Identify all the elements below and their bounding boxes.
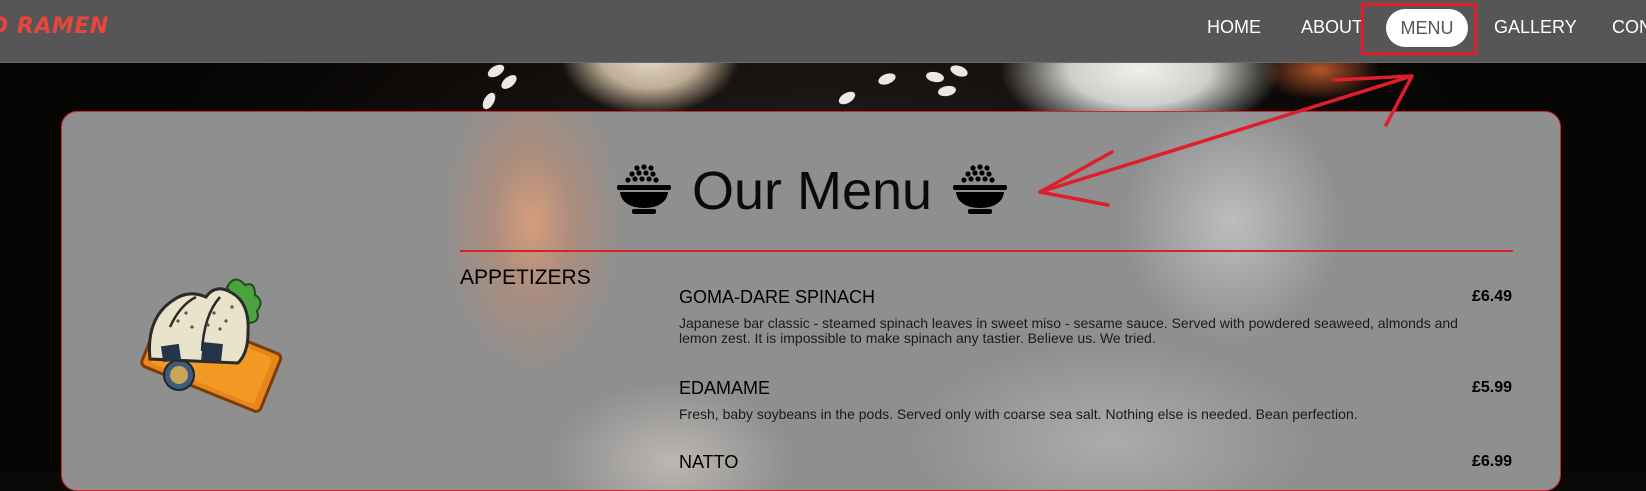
section-title-appetizers: APPETIZERS <box>460 266 591 289</box>
onigiri-plate-illustration <box>122 267 292 422</box>
rice-grain <box>485 62 507 80</box>
section-divider <box>460 250 1513 252</box>
annotation-highlight-box <box>1361 3 1477 55</box>
rice-grain <box>480 90 498 112</box>
menu-title-row: Our Menu <box>62 160 1560 222</box>
rice-grain <box>876 71 898 87</box>
rice-bowl-icon <box>615 163 673 220</box>
nav-home-link[interactable]: HOME <box>1207 17 1261 38</box>
menu-item-price: £5.99 <box>1471 379 1512 396</box>
menu-item-price: £6.49 <box>1471 288 1512 305</box>
menu-item-name: NATTO <box>679 452 739 472</box>
rice-grain <box>498 72 520 92</box>
menu-item-description: Fresh, baby soybeans in the pods. Served… <box>679 406 1358 422</box>
menu-item-name: EDAMAME <box>679 378 771 398</box>
menu-title: Our Menu <box>691 161 933 221</box>
rice-grain <box>925 70 945 84</box>
top-navbar: D RAMEN HOME ABOUT MENU GALLERY CON <box>0 0 1646 63</box>
rice-bowl-icon <box>951 163 1009 220</box>
menu-item-name: GOMA-DARE SPINACH <box>679 287 876 307</box>
nav-contact-link[interactable]: CON <box>1612 17 1646 38</box>
rice-grain <box>836 89 858 107</box>
rice-grain <box>948 63 970 79</box>
menu-card: Our Menu APPETIZERS GOMA-DARE SPINACH £6… <box>61 111 1561 491</box>
menu-item-price: £6.99 <box>1471 453 1512 470</box>
menu-item-description: Japanese bar classic - steamed spinach l… <box>679 315 1458 346</box>
nav-gallery-link[interactable]: GALLERY <box>1494 17 1577 38</box>
nav-about-link[interactable]: ABOUT <box>1301 17 1363 38</box>
site-logo[interactable]: D RAMEN <box>0 14 109 39</box>
rice-grain <box>937 84 957 98</box>
